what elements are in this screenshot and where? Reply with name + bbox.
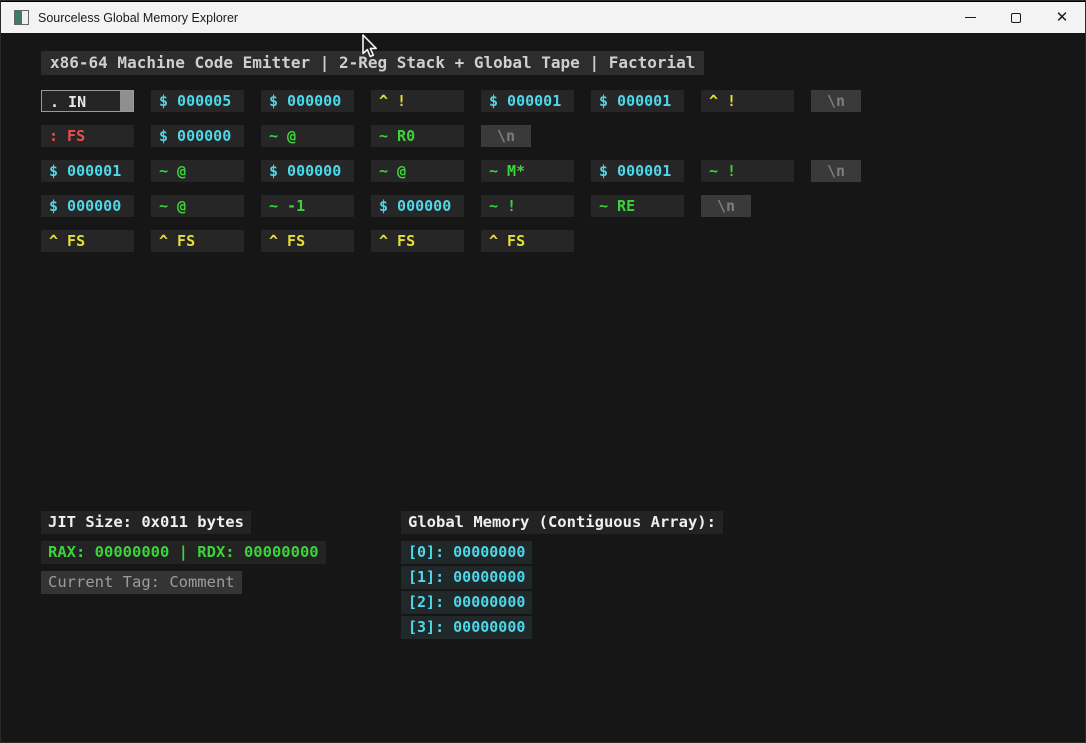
token-text: ^ FS [269, 232, 305, 250]
token-text: $ 000001 [49, 162, 121, 180]
token-text: ^ FS [49, 232, 85, 250]
newline-token[interactable]: \n [811, 160, 861, 182]
token-row: $ 000000 ~ @ ~ -1 $ 000000 ~ ! ~ RE \n [41, 195, 861, 217]
token-cell[interactable]: $ 000000 [41, 195, 134, 217]
token-cell[interactable]: ^ ! [371, 90, 464, 112]
token-text: $ 000001 [489, 92, 561, 110]
token-text: \n [717, 197, 735, 215]
token-grid: . IN $ 000005 $ 000000 ^ ! $ 000001 $ 000001 ^… [41, 90, 861, 252]
token-cell[interactable]: ^ FS [481, 230, 574, 252]
token-cell[interactable]: $ 000001 [591, 160, 684, 182]
token-text: $ 000001 [599, 162, 671, 180]
token-text: ~ @ [269, 127, 296, 145]
token-cell[interactable]: ~ @ [151, 195, 244, 217]
token-cell[interactable]: ~ M* [481, 160, 574, 182]
token-text: $ 000000 [269, 162, 341, 180]
token-cell[interactable]: ^ FS [261, 230, 354, 252]
token-cell[interactable]: ~ ! [481, 195, 574, 217]
token-text: ^ ! [709, 92, 736, 110]
maximize-icon [1011, 13, 1021, 23]
token-text: ^ FS [489, 232, 525, 250]
token-text: ~ -1 [269, 197, 305, 215]
token-cell[interactable]: ~ @ [371, 160, 464, 182]
memory-entry: [0]: 00000000 [401, 541, 532, 564]
window-title: Sourceless Global Memory Explorer [38, 11, 947, 25]
token-text: ~ @ [159, 197, 186, 215]
token-text: ~ ! [489, 197, 516, 215]
token-text: $ 000000 [49, 197, 121, 215]
newline-token[interactable]: \n [811, 90, 861, 112]
close-button[interactable]: ✕ [1039, 2, 1085, 33]
token-cell[interactable]: ^ FS [41, 230, 134, 252]
token-text: $ 000005 [159, 92, 231, 110]
token-cell[interactable]: $ 000000 [261, 90, 354, 112]
token-row: . IN $ 000005 $ 000000 ^ ! $ 000001 $ 000001 ^… [41, 90, 861, 112]
page-title: x86-64 Machine Code Emitter | 2-Reg Stac… [41, 51, 704, 75]
token-cell[interactable]: ^ FS [371, 230, 464, 252]
token-cell[interactable]: ~ @ [261, 125, 354, 147]
jit-size-label: JIT Size: 0x011 bytes [41, 511, 251, 534]
memory-entry: [1]: 00000000 [401, 566, 532, 589]
token-cell[interactable]: ~ RE [591, 195, 684, 217]
content-area: x86-64 Machine Code Emitter | 2-Reg Stac… [1, 33, 1085, 742]
token-cell[interactable]: $ 000001 [591, 90, 684, 112]
token-cell[interactable]: ~ ! [701, 160, 794, 182]
token-text: $ 000000 [269, 92, 341, 110]
token-text: ~ RE [599, 197, 635, 215]
maximize-button[interactable] [993, 2, 1039, 33]
token-row: ^ FS ^ FS ^ FS ^ FS ^ FS [41, 230, 861, 252]
token-text: ~ @ [159, 162, 186, 180]
token-cell[interactable]: $ 000000 [151, 125, 244, 147]
token-text: ~ M* [489, 162, 525, 180]
token-text: $ 000001 [599, 92, 671, 110]
token-cell-selected[interactable]: . IN [41, 90, 134, 112]
token-cell[interactable]: ~ R0 [371, 125, 464, 147]
token-cell[interactable]: : FS [41, 125, 134, 147]
app-window: Sourceless Global Memory Explorer ✕ x86-… [0, 0, 1086, 743]
close-icon: ✕ [1056, 10, 1069, 25]
token-text: \n [497, 127, 515, 145]
memory-entry: [3]: 00000000 [401, 616, 532, 639]
window-controls: ✕ [947, 2, 1085, 33]
token-cell[interactable]: ~ -1 [261, 195, 354, 217]
token-text: ^ FS [379, 232, 415, 250]
token-row: $ 000001 ~ @ $ 000000 ~ @ ~ M* $ 000001 ~ ! \n [41, 160, 861, 182]
token-text: ^ ! [379, 92, 406, 110]
token-text: : FS [49, 127, 85, 145]
token-text: . IN [50, 93, 86, 111]
token-text: $ 000000 [379, 197, 451, 215]
newline-token[interactable]: \n [481, 125, 531, 147]
token-cell[interactable]: $ 000001 [481, 90, 574, 112]
token-text: ~ ! [709, 162, 736, 180]
global-memory-title: Global Memory (Contiguous Array): [401, 511, 723, 534]
newline-token[interactable]: \n [701, 195, 751, 217]
edit-cursor-block [120, 91, 133, 111]
token-cell[interactable]: $ 000005 [151, 90, 244, 112]
token-text: ^ FS [159, 232, 195, 250]
token-cell[interactable]: $ 000000 [261, 160, 354, 182]
token-cell[interactable]: ~ @ [151, 160, 244, 182]
app-icon [14, 10, 29, 25]
titlebar[interactable]: Sourceless Global Memory Explorer ✕ [1, 1, 1085, 33]
token-row: : FS $ 000000 ~ @ ~ R0 \n [41, 125, 861, 147]
minimize-button[interactable] [947, 2, 993, 33]
token-text: \n [827, 162, 845, 180]
current-tag-label: Current Tag: Comment [41, 571, 242, 594]
token-cell[interactable]: $ 000000 [371, 195, 464, 217]
token-cell[interactable]: ^ FS [151, 230, 244, 252]
registers-label: RAX: 00000000 | RDX: 00000000 [41, 541, 326, 564]
token-text: \n [827, 92, 845, 110]
minimize-icon [965, 17, 976, 18]
token-cell[interactable]: $ 000001 [41, 160, 134, 182]
token-cell[interactable]: ^ ! [701, 90, 794, 112]
memory-entry: [2]: 00000000 [401, 591, 532, 614]
token-text: ~ @ [379, 162, 406, 180]
token-text: ~ R0 [379, 127, 415, 145]
token-text: $ 000000 [159, 127, 231, 145]
